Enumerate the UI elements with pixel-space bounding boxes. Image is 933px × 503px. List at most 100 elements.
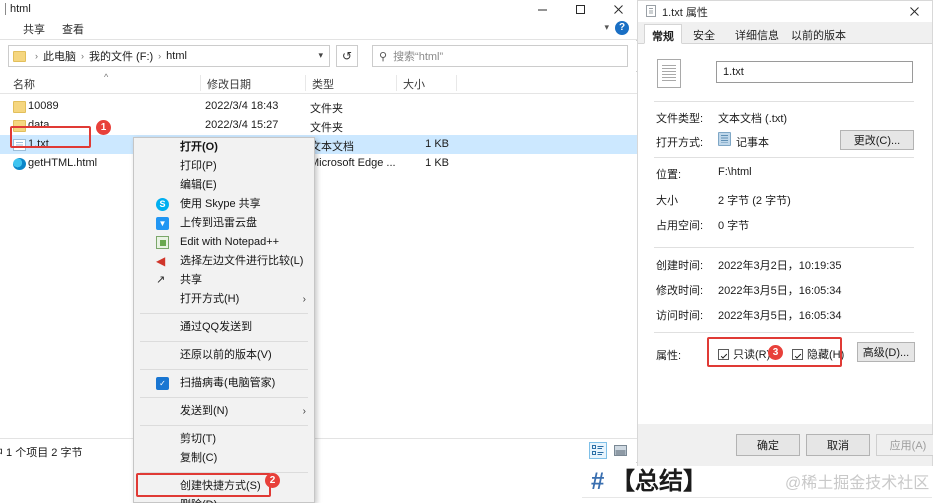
- edge-file-icon: [13, 158, 26, 170]
- minimize-icon[interactable]: [523, 0, 561, 18]
- view-toggle-group: [589, 442, 629, 459]
- breadcrumb-item-html[interactable]: html: [166, 50, 187, 62]
- chevron-down-icon[interactable]: ▾: [604, 22, 609, 33]
- breadcrumb[interactable]: › 此电脑 › 我的文件 (F:) › html ▾: [8, 45, 330, 67]
- menu-item-label: 通过QQ发送到: [180, 321, 253, 333]
- file-type: 文件夹: [310, 103, 343, 115]
- text-file-icon: [646, 5, 656, 17]
- folder-icon: [13, 50, 26, 62]
- file-type: 文件夹: [310, 122, 343, 134]
- share-icon: ↗: [156, 274, 166, 286]
- column-divider-2[interactable]: [305, 75, 306, 91]
- divider: [654, 332, 914, 333]
- close-icon[interactable]: [896, 1, 932, 22]
- divider: [654, 101, 914, 102]
- menu-item-edit-notepadpp[interactable]: Edit with Notepad++: [134, 233, 314, 252]
- advanced-button[interactable]: 高级(D)...: [857, 342, 915, 362]
- breadcrumb-separator-0: ›: [35, 51, 38, 61]
- menu-item-send-to[interactable]: 发送到(N) ›: [134, 402, 314, 421]
- address-chevron-down-icon[interactable]: ▾: [318, 50, 323, 61]
- large-icons-view-icon[interactable]: [611, 442, 629, 459]
- ok-button[interactable]: 确定: [736, 434, 800, 456]
- table-row[interactable]: 10089 2022/3/4 18:43 文件夹: [0, 97, 637, 116]
- table-row[interactable]: 1.txt 2022/3/5 16:05 文本文档 1 KB: [0, 135, 637, 154]
- ribbon-tab-share[interactable]: 共享: [23, 21, 45, 37]
- help-icon[interactable]: ?: [615, 21, 629, 35]
- divider: [654, 247, 914, 248]
- field-label-size: 大小: [656, 195, 678, 207]
- field-label-openwith: 打开方式:: [656, 137, 704, 149]
- menu-separator: [140, 397, 308, 398]
- explorer-ribbon-tabs: 共享 查看 ▾ ?: [0, 18, 637, 40]
- page-background-left: [0, 463, 637, 503]
- explorer-column-headers: 名称 ^ 修改日期 类型 大小: [0, 72, 637, 94]
- tab-general[interactable]: 常规: [644, 24, 682, 44]
- breadcrumb-separator-1: ›: [81, 51, 84, 61]
- menu-item-restore-previous-versions[interactable]: 还原以前的版本(V): [134, 346, 314, 365]
- menu-item-scan-virus[interactable]: ✓ 扫描病毒(电脑管家): [134, 374, 314, 393]
- context-menu: 打开(O) 打印(P) 编辑(E) S 使用 Skype 共享 ▼ 上传到迅雷云…: [133, 137, 315, 503]
- column-divider-1[interactable]: [200, 75, 201, 91]
- field-value-created: 2022年3月2日，10:19:35: [718, 260, 842, 272]
- filename-input[interactable]: 1.txt: [716, 61, 913, 83]
- ribbon-tab-view[interactable]: 查看: [62, 21, 84, 37]
- properties-title: 1.txt 属性: [662, 7, 708, 19]
- breadcrumb-item-this-pc[interactable]: 此电脑: [43, 48, 76, 64]
- menu-item-edit[interactable]: 编辑(E): [134, 176, 314, 195]
- xunlei-icon: ▼: [156, 217, 169, 230]
- tab-security[interactable]: 安全: [686, 24, 722, 44]
- cancel-button[interactable]: 取消: [806, 434, 870, 456]
- menu-item-send-via-qq[interactable]: 通过QQ发送到: [134, 318, 314, 337]
- details-view-icon[interactable]: [589, 442, 607, 459]
- menu-item-label: 复制(C): [180, 452, 218, 464]
- skype-icon: S: [156, 198, 169, 211]
- chevron-right-icon: ›: [302, 406, 306, 417]
- menu-item-label: 删除(D): [180, 499, 217, 503]
- notepad-icon: [718, 132, 731, 146]
- table-row[interactable]: getHTML.html Microsoft Edge ... 1 KB: [0, 154, 637, 173]
- menu-item-cut[interactable]: 剪切(T): [134, 430, 314, 449]
- menu-item-label: 打开(O): [180, 141, 218, 153]
- sort-ascending-icon: ^: [104, 72, 109, 82]
- article-divider: [582, 497, 932, 498]
- file-name: getHTML.html: [28, 157, 98, 169]
- change-button[interactable]: 更改(C)...: [840, 130, 914, 150]
- window-controls: [523, 0, 637, 18]
- menu-item-share[interactable]: ↗ 共享: [134, 271, 314, 290]
- menu-item-print[interactable]: 打印(P): [134, 157, 314, 176]
- column-header-size[interactable]: 大小: [403, 76, 425, 92]
- field-value-location: F:\html: [718, 166, 752, 178]
- menu-item-compare-left-file[interactable]: ◀ 选择左边文件进行比较(L): [134, 252, 314, 271]
- menu-item-open-with[interactable]: 打开方式(H) ›: [134, 290, 314, 309]
- explorer-window-title: html: [5, 3, 31, 15]
- column-divider-3[interactable]: [396, 75, 397, 91]
- file-list: 10089 2022/3/4 18:43 文件夹 data 2022/3/4 1…: [0, 94, 637, 438]
- maximize-icon[interactable]: [561, 0, 599, 18]
- search-input[interactable]: ⚲ 搜索“html”: [372, 45, 628, 67]
- column-divider-4[interactable]: [456, 75, 457, 91]
- file-type: 文本文档: [310, 141, 354, 153]
- refresh-icon[interactable]: ↺: [336, 45, 358, 67]
- menu-item-copy[interactable]: 复制(C): [134, 449, 314, 468]
- file-size: 1 KB: [425, 157, 449, 169]
- breadcrumb-item-drive[interactable]: 我的文件 (F:): [89, 48, 153, 64]
- menu-item-upload-xunlei[interactable]: ▼ 上传到迅雷云盘: [134, 214, 314, 233]
- menu-item-open[interactable]: 打开(O): [134, 138, 314, 157]
- screenshot-root: # 【总结】 @稀土掘金技术社区 html 共享 查看 ▾ ? › 此电脑 › …: [0, 0, 933, 503]
- column-header-date[interactable]: 修改日期: [207, 76, 251, 92]
- article-heading: # 【总结】: [591, 461, 707, 496]
- column-header-name[interactable]: 名称: [13, 76, 35, 92]
- article-heading-text: 【总结】: [611, 468, 708, 495]
- menu-separator: [140, 313, 308, 314]
- field-label-filetype: 文件类型:: [656, 113, 704, 125]
- menu-item-skype-share[interactable]: S 使用 Skype 共享: [134, 195, 314, 214]
- menu-item-delete[interactable]: 删除(D): [134, 496, 314, 503]
- annotation-box-2: [136, 473, 271, 497]
- column-header-type[interactable]: 类型: [312, 76, 334, 92]
- close-icon[interactable]: [599, 0, 637, 18]
- annotation-box-1: [10, 126, 91, 148]
- tab-details[interactable]: 详细信息: [728, 24, 786, 44]
- menu-item-label: 发送到(N): [180, 405, 229, 417]
- tab-previous-versions[interactable]: 以前的版本: [784, 24, 853, 44]
- field-value-modified: 2022年3月5日，16:05:34: [718, 285, 842, 297]
